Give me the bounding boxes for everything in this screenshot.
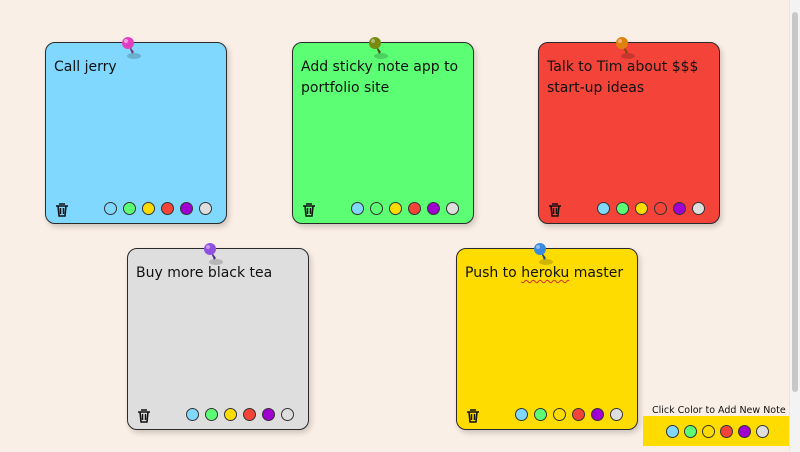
color-palette xyxy=(351,202,459,215)
color-swatch-lightblue[interactable] xyxy=(351,202,364,215)
color-palette xyxy=(104,202,212,215)
sticky-note[interactable]: Call jerry xyxy=(45,42,227,224)
sticky-note[interactable]: Push to heroku master xyxy=(456,248,638,430)
color-swatch-yellow[interactable] xyxy=(635,202,648,215)
new-note-color-green[interactable] xyxy=(684,425,697,438)
pushpin-icon xyxy=(122,37,141,59)
new-note-color-lightblue[interactable] xyxy=(666,425,679,438)
color-swatch-green[interactable] xyxy=(205,408,218,421)
pushpin-icon xyxy=(369,37,388,59)
vertical-scrollbar[interactable] xyxy=(789,0,800,452)
color-swatch-yellow[interactable] xyxy=(389,202,402,215)
color-palette xyxy=(597,202,705,215)
color-swatch-purple[interactable] xyxy=(262,408,275,421)
color-swatch-gray[interactable] xyxy=(281,408,294,421)
color-swatch-green[interactable] xyxy=(370,202,383,215)
pushpin-icon xyxy=(204,243,223,265)
note-text-part: Push to xyxy=(465,265,522,281)
new-note-color-yellow[interactable] xyxy=(702,425,715,438)
trash-icon[interactable] xyxy=(302,202,316,217)
new-note-color-red[interactable] xyxy=(720,425,733,438)
color-palette xyxy=(515,408,623,421)
color-swatch-lightblue[interactable] xyxy=(104,202,117,215)
color-swatch-green[interactable] xyxy=(534,408,547,421)
color-swatch-yellow[interactable] xyxy=(142,202,155,215)
new-note-color-gray[interactable] xyxy=(756,425,769,438)
trash-icon[interactable] xyxy=(548,202,562,217)
color-swatch-red[interactable] xyxy=(161,202,174,215)
pushpin-icon xyxy=(616,37,635,59)
color-swatch-red[interactable] xyxy=(572,408,585,421)
color-swatch-purple[interactable] xyxy=(673,202,686,215)
color-swatch-green[interactable] xyxy=(616,202,629,215)
color-swatch-lightblue[interactable] xyxy=(186,408,199,421)
color-swatch-yellow[interactable] xyxy=(553,408,566,421)
note-text-part: master xyxy=(569,265,624,281)
color-swatch-gray[interactable] xyxy=(610,408,623,421)
trash-icon[interactable] xyxy=(137,408,151,423)
pushpin-icon xyxy=(534,243,553,265)
trash-icon[interactable] xyxy=(55,202,69,217)
new-note-label: Click Color to Add New Note xyxy=(652,405,786,416)
color-swatch-green[interactable] xyxy=(123,202,136,215)
color-swatch-purple[interactable] xyxy=(180,202,193,215)
new-note-color-purple[interactable] xyxy=(738,425,751,438)
sticky-note[interactable]: Buy more black tea xyxy=(127,248,309,430)
color-swatch-gray[interactable] xyxy=(199,202,212,215)
color-swatch-gray[interactable] xyxy=(692,202,705,215)
color-swatch-yellow[interactable] xyxy=(224,408,237,421)
color-swatch-red[interactable] xyxy=(408,202,421,215)
trash-icon[interactable] xyxy=(466,408,480,423)
color-swatch-red[interactable] xyxy=(654,202,667,215)
sticky-note[interactable]: Add sticky note app to portfolio site xyxy=(292,42,474,224)
sticky-note[interactable]: Talk to Tim about $$$ start-up ideas xyxy=(538,42,720,224)
new-note-bar xyxy=(643,416,793,446)
color-swatch-purple[interactable] xyxy=(591,408,604,421)
color-swatch-red[interactable] xyxy=(243,408,256,421)
new-note-palette xyxy=(666,425,769,438)
color-swatch-lightblue[interactable] xyxy=(515,408,528,421)
color-swatch-lightblue[interactable] xyxy=(597,202,610,215)
color-palette xyxy=(186,408,294,421)
color-swatch-purple[interactable] xyxy=(427,202,440,215)
color-swatch-gray[interactable] xyxy=(446,202,459,215)
scrollbar-thumb[interactable] xyxy=(792,12,798,392)
